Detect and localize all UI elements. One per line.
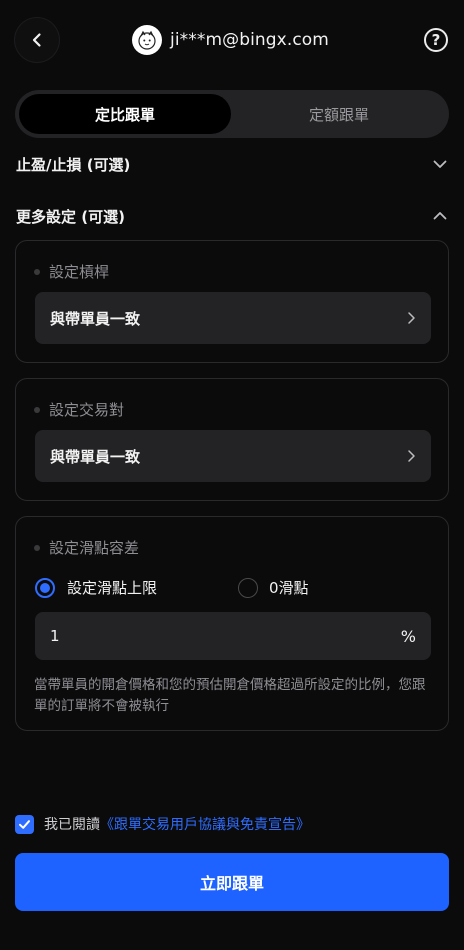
stop-profit-loss-toggle[interactable]: 止盈/止損 (可選): [16, 152, 448, 176]
trading-pair-label: 設定交易對: [49, 401, 125, 419]
checkmark-icon: [19, 819, 30, 829]
more-settings-toggle[interactable]: 更多設定 (可選): [16, 204, 448, 228]
question-circle-icon: ?: [431, 31, 441, 49]
section-title: 止盈/止損 (可選): [16, 155, 131, 174]
help-button[interactable]: ?: [424, 28, 448, 52]
chevron-up-icon: [433, 212, 447, 220]
tab-fixed-amount-copy[interactable]: 定額跟單: [233, 94, 445, 134]
bullet-dot: [34, 544, 40, 551]
zero-slippage-label: 0滑點: [269, 579, 309, 597]
bullet-dot: [34, 268, 40, 275]
slippage-input[interactable]: 1 %: [35, 612, 431, 660]
percent-unit: %: [400, 626, 416, 646]
section-title: 更多設定 (可選): [16, 207, 125, 226]
tab-ratio-copy[interactable]: 定比跟單: [19, 94, 231, 134]
trading-pair-value: 與帶單員一致: [50, 447, 141, 466]
slippage-limit-option[interactable]: 設定滑點上限: [35, 577, 157, 598]
zero-slippage-option[interactable]: 0滑點: [238, 577, 309, 598]
agreement-link[interactable]: 《跟單交易用戶協議與免責宣告》: [100, 814, 310, 834]
user-info: ji***m@bingx.com: [132, 25, 329, 55]
header: ji***m@bingx.com ?: [0, 0, 464, 80]
radio-selected[interactable]: [35, 577, 55, 598]
slippage-label-row: 設定滑點容差: [34, 537, 139, 558]
chevron-left-icon: [32, 33, 41, 47]
chevron-down-icon: [433, 160, 447, 168]
chevron-right-icon: [408, 450, 415, 462]
avatar: [132, 25, 162, 55]
mode-tabs: 定比跟單 定額跟單: [15, 90, 449, 138]
trading-pair-label-row: 設定交易對: [34, 399, 124, 420]
leverage-select[interactable]: 與帶單員一致: [35, 292, 431, 344]
user-email: ji***m@bingx.com: [170, 30, 329, 50]
slippage-input-value[interactable]: 1: [50, 627, 60, 645]
leverage-value: 與帶單員一致: [50, 309, 141, 328]
leverage-label: 設定槓桿: [49, 263, 110, 281]
radio-unselected[interactable]: [238, 577, 258, 598]
slippage-label: 設定滑點容差: [49, 539, 140, 557]
bullet-dot: [34, 406, 40, 413]
slippage-note: 當帶單員的開倉價格和您的預估開倉價格超過所設定的比例，您跟單的訂單將不會被執行: [34, 677, 426, 714]
copy-now-button[interactable]: 立即跟單: [15, 853, 449, 911]
back-button[interactable]: [15, 18, 59, 62]
slippage-limit-label: 設定滑點上限: [67, 579, 158, 597]
chevron-right-icon: [408, 312, 415, 324]
leverage-label-row: 設定槓桿: [34, 261, 109, 282]
agreement-checkbox[interactable]: [15, 814, 34, 834]
agreement-row: 我已閱讀 《跟單交易用戶協議與免責宣告》: [15, 814, 310, 834]
agreement-prefix: 我已閱讀: [44, 817, 100, 833]
trading-pair-select[interactable]: 與帶單員一致: [35, 430, 431, 482]
slippage-card: 設定滑點容差 設定滑點上限 0滑點 1 % 當帶單員的開倉價格和您的預估開倉價格…: [15, 516, 449, 731]
leverage-card: 設定槓桿 與帶單員一致: [15, 240, 449, 363]
trading-pair-card: 設定交易對 與帶單員一致: [15, 378, 449, 501]
avatar-face-icon: [138, 30, 156, 50]
